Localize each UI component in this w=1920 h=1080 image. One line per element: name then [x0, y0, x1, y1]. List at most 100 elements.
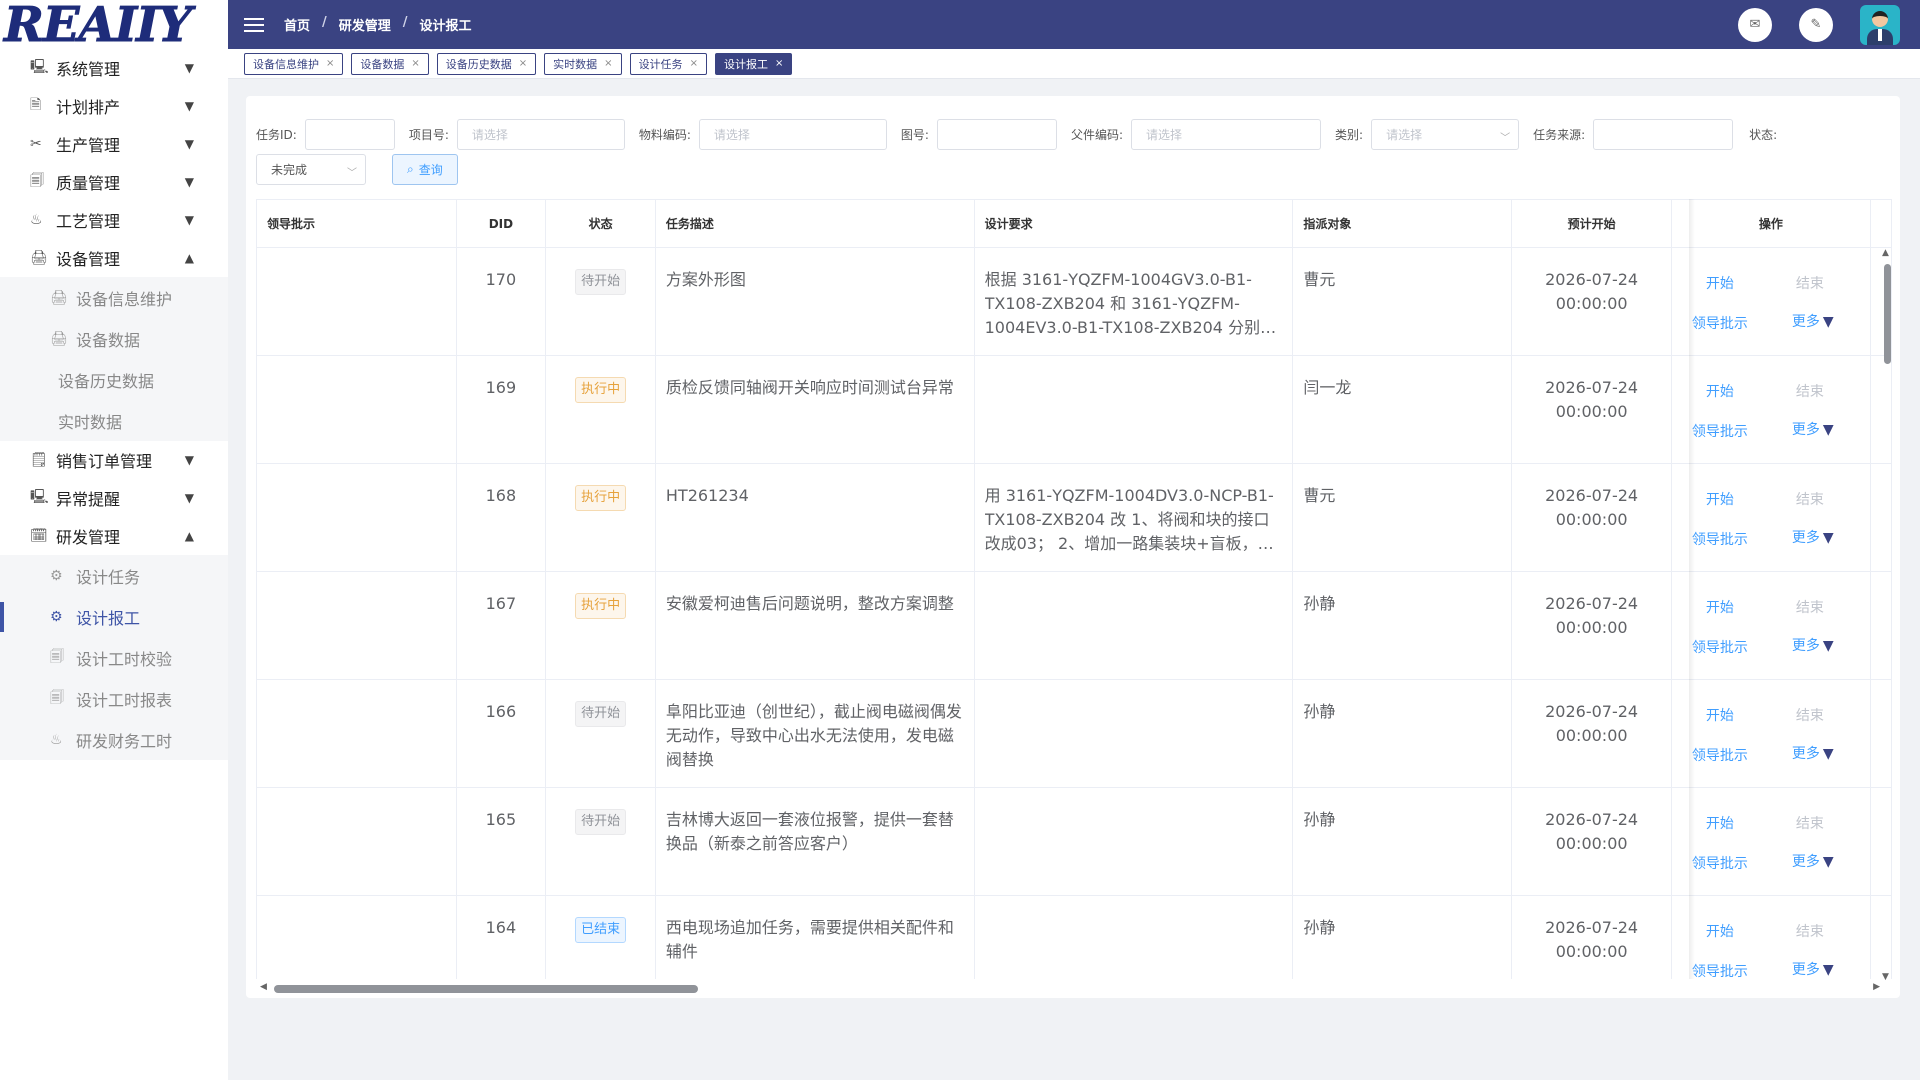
- source-input[interactable]: [1593, 118, 1734, 150]
- col-desc[interactable]: 任务描述: [655, 199, 975, 248]
- end-button[interactable]: 结束: [1796, 704, 1824, 728]
- end-button[interactable]: 结束: [1796, 596, 1824, 620]
- more-dropdown[interactable]: 更多 ▼: [1792, 634, 1834, 658]
- table-row[interactable]: 166 待开始 阜阳比亚迪（创世纪），截止阀电磁阀偶发无动作，导致中心出水无法使用，…: [257, 679, 1892, 788]
- col-status[interactable]: 状态: [545, 199, 656, 248]
- submenu-item-rd_sub-2[interactable]: 🗐 设计工时校验: [0, 637, 228, 678]
- tab-label: 设计报工: [723, 57, 768, 71]
- tab-0[interactable]: 设备信息维护 ×: [244, 52, 344, 75]
- sidebar-menu-4[interactable]: ♨ 工艺管理 ▼: [0, 201, 228, 239]
- scroll-right-icon[interactable]: ▶: [1873, 982, 1880, 992]
- user-avatar[interactable]: [1860, 4, 1900, 45]
- tab-2[interactable]: 设备历史数据 ×: [436, 52, 537, 75]
- end-button[interactable]: 结束: [1796, 380, 1824, 404]
- query-button[interactable]: ⌕ 查询: [392, 154, 458, 185]
- sidebar-menu-2[interactable]: ✂ 生产管理 ▼: [0, 125, 228, 163]
- more-dropdown[interactable]: 更多 ▼: [1792, 850, 1834, 874]
- table-row[interactable]: 170 待开始 方案外形图 根据 3161-YQZFM-1004GV3.0-B1-TX…: [257, 247, 1892, 356]
- start-button[interactable]: 开始: [1706, 596, 1734, 620]
- col-start[interactable]: 预计开始: [1511, 199, 1672, 248]
- company-logo[interactable]: REAIIY: [0, 0, 228, 53]
- end-button[interactable]: 结束: [1796, 272, 1824, 296]
- sidebar-menu-6[interactable]: 🗒 销售订单管理 ▼: [0, 441, 228, 479]
- start-button[interactable]: 开始: [1706, 920, 1734, 944]
- more-dropdown[interactable]: 更多 ▼: [1792, 742, 1834, 766]
- col-assignee[interactable]: 指派对象: [1292, 199, 1513, 248]
- scroll-up-icon[interactable]: ▲: [1882, 248, 1889, 258]
- parent-select[interactable]: 请选择: [1131, 118, 1322, 150]
- submenu-item-rd_sub-3[interactable]: 🗐 设计工时报表: [0, 678, 228, 719]
- close-icon[interactable]: ×: [411, 58, 419, 69]
- vertical-scrollbar[interactable]: ▲ ▼: [1880, 248, 1894, 982]
- menu-toggle-icon[interactable]: [244, 17, 264, 32]
- tab-1[interactable]: 设备数据 ×: [351, 52, 429, 75]
- approve-button[interactable]: 领导批示: [1692, 744, 1748, 768]
- table-row[interactable]: 169 执行中 质检反馈同轴阀开关响应时间测试台异常 闫一龙 2026-07-24 00:…: [257, 355, 1892, 464]
- edit-icon[interactable]: ✎: [1799, 7, 1833, 42]
- breadcrumb-rd[interactable]: 研发管理: [339, 15, 391, 34]
- sidebar-menu-0[interactable]: 🖳 系统管理 ▼: [0, 49, 228, 87]
- end-button[interactable]: 结束: [1796, 812, 1824, 836]
- close-icon[interactable]: ×: [519, 58, 527, 69]
- close-icon[interactable]: ×: [775, 58, 783, 69]
- submenu-item-rd_sub-4[interactable]: ♨ 研发财务工时: [0, 719, 228, 760]
- material-select[interactable]: 请选择: [698, 118, 887, 150]
- table-row[interactable]: 168 执行中 HT261234 用 3161-YQZFM-1004DV3.0-NCP…: [257, 463, 1892, 572]
- end-button[interactable]: 结束: [1796, 920, 1824, 944]
- table-row[interactable]: 167 执行中 安徽爱柯迪售后问题说明，整改方案调整 孙静 2026-07-24 00:0…: [257, 571, 1892, 680]
- horizontal-scrollbar[interactable]: ◀ ▶: [260, 982, 1880, 994]
- more-dropdown[interactable]: 更多 ▼: [1792, 526, 1834, 550]
- more-dropdown[interactable]: 更多 ▼: [1792, 418, 1834, 442]
- sidebar-menu-5[interactable]: 🖨 设备管理 ▲: [0, 239, 228, 277]
- submenu-item-equipment_sub-0[interactable]: 🖨 设备信息维护: [0, 277, 228, 318]
- start-button[interactable]: 开始: [1706, 812, 1734, 836]
- scroll-left-icon[interactable]: ◀: [260, 982, 267, 992]
- submenu-item-equipment_sub-1[interactable]: 🖨 设备数据: [0, 318, 228, 359]
- close-icon[interactable]: ×: [690, 58, 698, 69]
- start-date: 2026-07-24: [1545, 918, 1639, 937]
- approve-button[interactable]: 领导批示: [1692, 312, 1748, 336]
- approve-button[interactable]: 领导批示: [1692, 420, 1748, 444]
- end-button[interactable]: 结束: [1796, 488, 1824, 512]
- submenu-item-rd_sub-0[interactable]: ⚙ 设计任务: [0, 555, 228, 596]
- close-icon[interactable]: ×: [604, 58, 612, 69]
- message-icon[interactable]: ✉: [1738, 7, 1772, 42]
- sidebar-menu-3[interactable]: 🗐 质量管理 ▼: [0, 163, 228, 201]
- sidebar-menu-1[interactable]: 🗎 计划排产 ▼: [0, 87, 228, 125]
- task-id-input[interactable]: [304, 118, 395, 150]
- breadcrumb-home[interactable]: 首页: [284, 15, 310, 34]
- sidebar-menu-8[interactable]: 🗓 研发管理 ▲: [0, 517, 228, 555]
- sidebar-menu-7[interactable]: 🖳 异常提醒 ▼: [0, 479, 228, 517]
- more-dropdown[interactable]: 更多 ▼: [1792, 958, 1834, 979]
- scroll-down-icon[interactable]: ▼: [1882, 972, 1889, 982]
- submenu-item-equipment_sub-2[interactable]: 设备历史数据: [0, 359, 228, 400]
- approve-button[interactable]: 领导批示: [1692, 852, 1748, 876]
- caret-icon: ▼: [184, 453, 194, 467]
- table-row[interactable]: 164 已结束 西电现场追加任务，需要提供相关配件和辅件 孙静 2026-07-24 00…: [257, 895, 1892, 979]
- tab-3[interactable]: 实时数据 ×: [544, 52, 622, 75]
- drawing-input[interactable]: [936, 118, 1057, 150]
- start-button[interactable]: 开始: [1706, 704, 1734, 728]
- category-select[interactable]: 请选择 ﹀: [1371, 118, 1520, 150]
- col-did[interactable]: DID: [456, 199, 547, 248]
- approve-button[interactable]: 领导批示: [1692, 960, 1748, 979]
- project-select[interactable]: 请选择: [456, 118, 625, 150]
- more-dropdown[interactable]: 更多 ▼: [1792, 310, 1834, 334]
- close-icon[interactable]: ×: [326, 58, 334, 69]
- status-select[interactable]: 未完成 ﹀: [256, 154, 366, 185]
- approve-button[interactable]: 领导批示: [1692, 528, 1748, 552]
- start-button[interactable]: 开始: [1706, 272, 1734, 296]
- col-approval[interactable]: 领导批示: [257, 199, 457, 248]
- tab-5[interactable]: 设计报工 ×: [714, 52, 793, 75]
- tab-4[interactable]: 设计任务 ×: [629, 52, 707, 75]
- start-button[interactable]: 开始: [1706, 488, 1734, 512]
- col-requirement[interactable]: 设计要求: [974, 199, 1294, 248]
- submenu-item-equipment_sub-3[interactable]: 实时数据: [0, 400, 228, 441]
- horizontal-scroll-thumb[interactable]: [274, 985, 698, 993]
- approve-button[interactable]: 领导批示: [1692, 636, 1748, 660]
- submenu-item-rd_sub-1[interactable]: ⚙ 设计报工: [0, 596, 228, 637]
- table-row[interactable]: 165 待开始 吉林博大返回一套液位报警，提供一套替换品（新泰之前答应客户） 孙静 20…: [257, 787, 1892, 896]
- start-button[interactable]: 开始: [1706, 380, 1734, 404]
- vertical-scroll-thumb[interactable]: [1884, 264, 1891, 364]
- submenu-icon: 🖨: [50, 330, 68, 347]
